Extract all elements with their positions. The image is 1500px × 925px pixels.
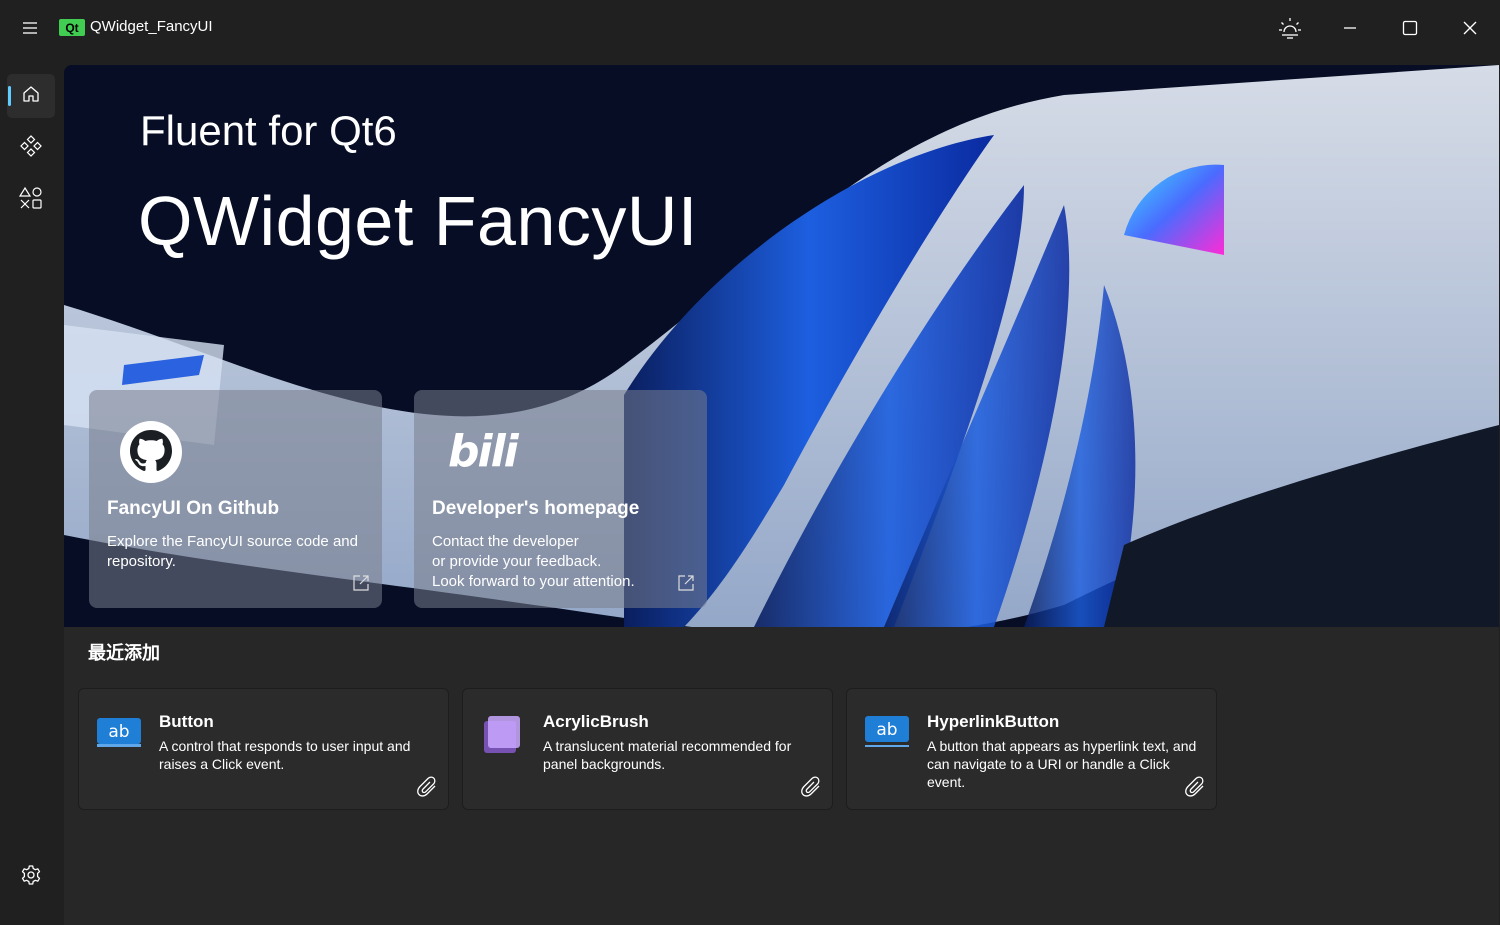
github-link-card[interactable]: FancyUI On Github Explore the FancyUI so… — [89, 390, 382, 608]
sample-card-description: A button that appears as hyperlink text,… — [927, 738, 1197, 790]
github-icon — [119, 420, 183, 488]
navigation-sidebar — [0, 56, 64, 925]
theme-toggle-icon[interactable] — [1267, 8, 1313, 48]
nav-settings[interactable] — [7, 855, 55, 899]
sample-card-description: A translucent material recommended for p… — [543, 738, 792, 772]
link-card-title: FancyUI On Github — [107, 498, 280, 519]
sample-card-hyperlinkbutton[interactable]: ab HyperlinkButton A button that appears… — [846, 688, 1217, 810]
bilibili-icon: bili — [448, 426, 519, 477]
hero-subtitle: Fluent for Qt6 — [140, 107, 397, 154]
qt-logo: Qt — [59, 19, 85, 36]
recently-added-heading: 最近添加 — [88, 643, 160, 664]
paperclip-icon — [1184, 775, 1208, 803]
hero-banner: Fluent for Qt6 QWidget FancyUI FancyUI O… — [64, 65, 1499, 627]
menu-icon[interactable] — [14, 14, 46, 42]
button-icon-label: ab — [108, 722, 129, 742]
link-card-description: Explore the FancyUI source code and repo… — [107, 533, 358, 570]
nav-home[interactable] — [7, 74, 55, 118]
developer-homepage-card[interactable]: bili Developer's homepage Contact the de… — [414, 390, 707, 608]
open-link-icon — [352, 574, 370, 596]
link-card-title: Developer's homepage — [432, 498, 640, 519]
acrylic-brush-icon — [480, 713, 524, 761]
link-card-description: Contact the developer or provide your fe… — [432, 533, 635, 590]
button-control-icon: ab — [96, 717, 142, 753]
nav-selection-indicator — [8, 86, 11, 106]
hyperlink-icon-label: ab — [876, 720, 897, 740]
shapes-icon — [18, 186, 43, 214]
title-bar: Qt QWidget_FancyUI — [0, 0, 1500, 56]
controls-icon — [20, 135, 42, 161]
nav-all-samples[interactable] — [7, 178, 55, 222]
app-title: QWidget_FancyUI — [90, 18, 213, 35]
nav-basic-input[interactable] — [7, 126, 55, 170]
home-icon — [21, 84, 41, 108]
gear-icon — [20, 864, 42, 890]
hero-title: QWidget FancyUI — [138, 182, 698, 260]
main-content: Fluent for Qt6 QWidget FancyUI FancyUI O… — [64, 65, 1499, 925]
paperclip-icon — [800, 775, 824, 803]
sample-card-description: A control that responds to user input an… — [159, 738, 411, 772]
paperclip-icon — [416, 775, 440, 803]
sample-card-acrylicbrush[interactable]: AcrylicBrush A translucent material reco… — [462, 688, 833, 810]
sample-card-title: HyperlinkButton — [927, 712, 1060, 731]
hyperlink-button-icon: ab — [864, 715, 910, 753]
sample-card-button[interactable]: ab Button A control that responds to use… — [78, 688, 449, 810]
maximize-icon[interactable] — [1387, 8, 1433, 48]
sample-card-title: Button — [159, 712, 214, 731]
minimize-icon[interactable] — [1327, 8, 1373, 48]
close-icon[interactable] — [1447, 8, 1493, 48]
open-link-icon — [677, 574, 695, 596]
sample-card-title: AcrylicBrush — [543, 712, 649, 731]
